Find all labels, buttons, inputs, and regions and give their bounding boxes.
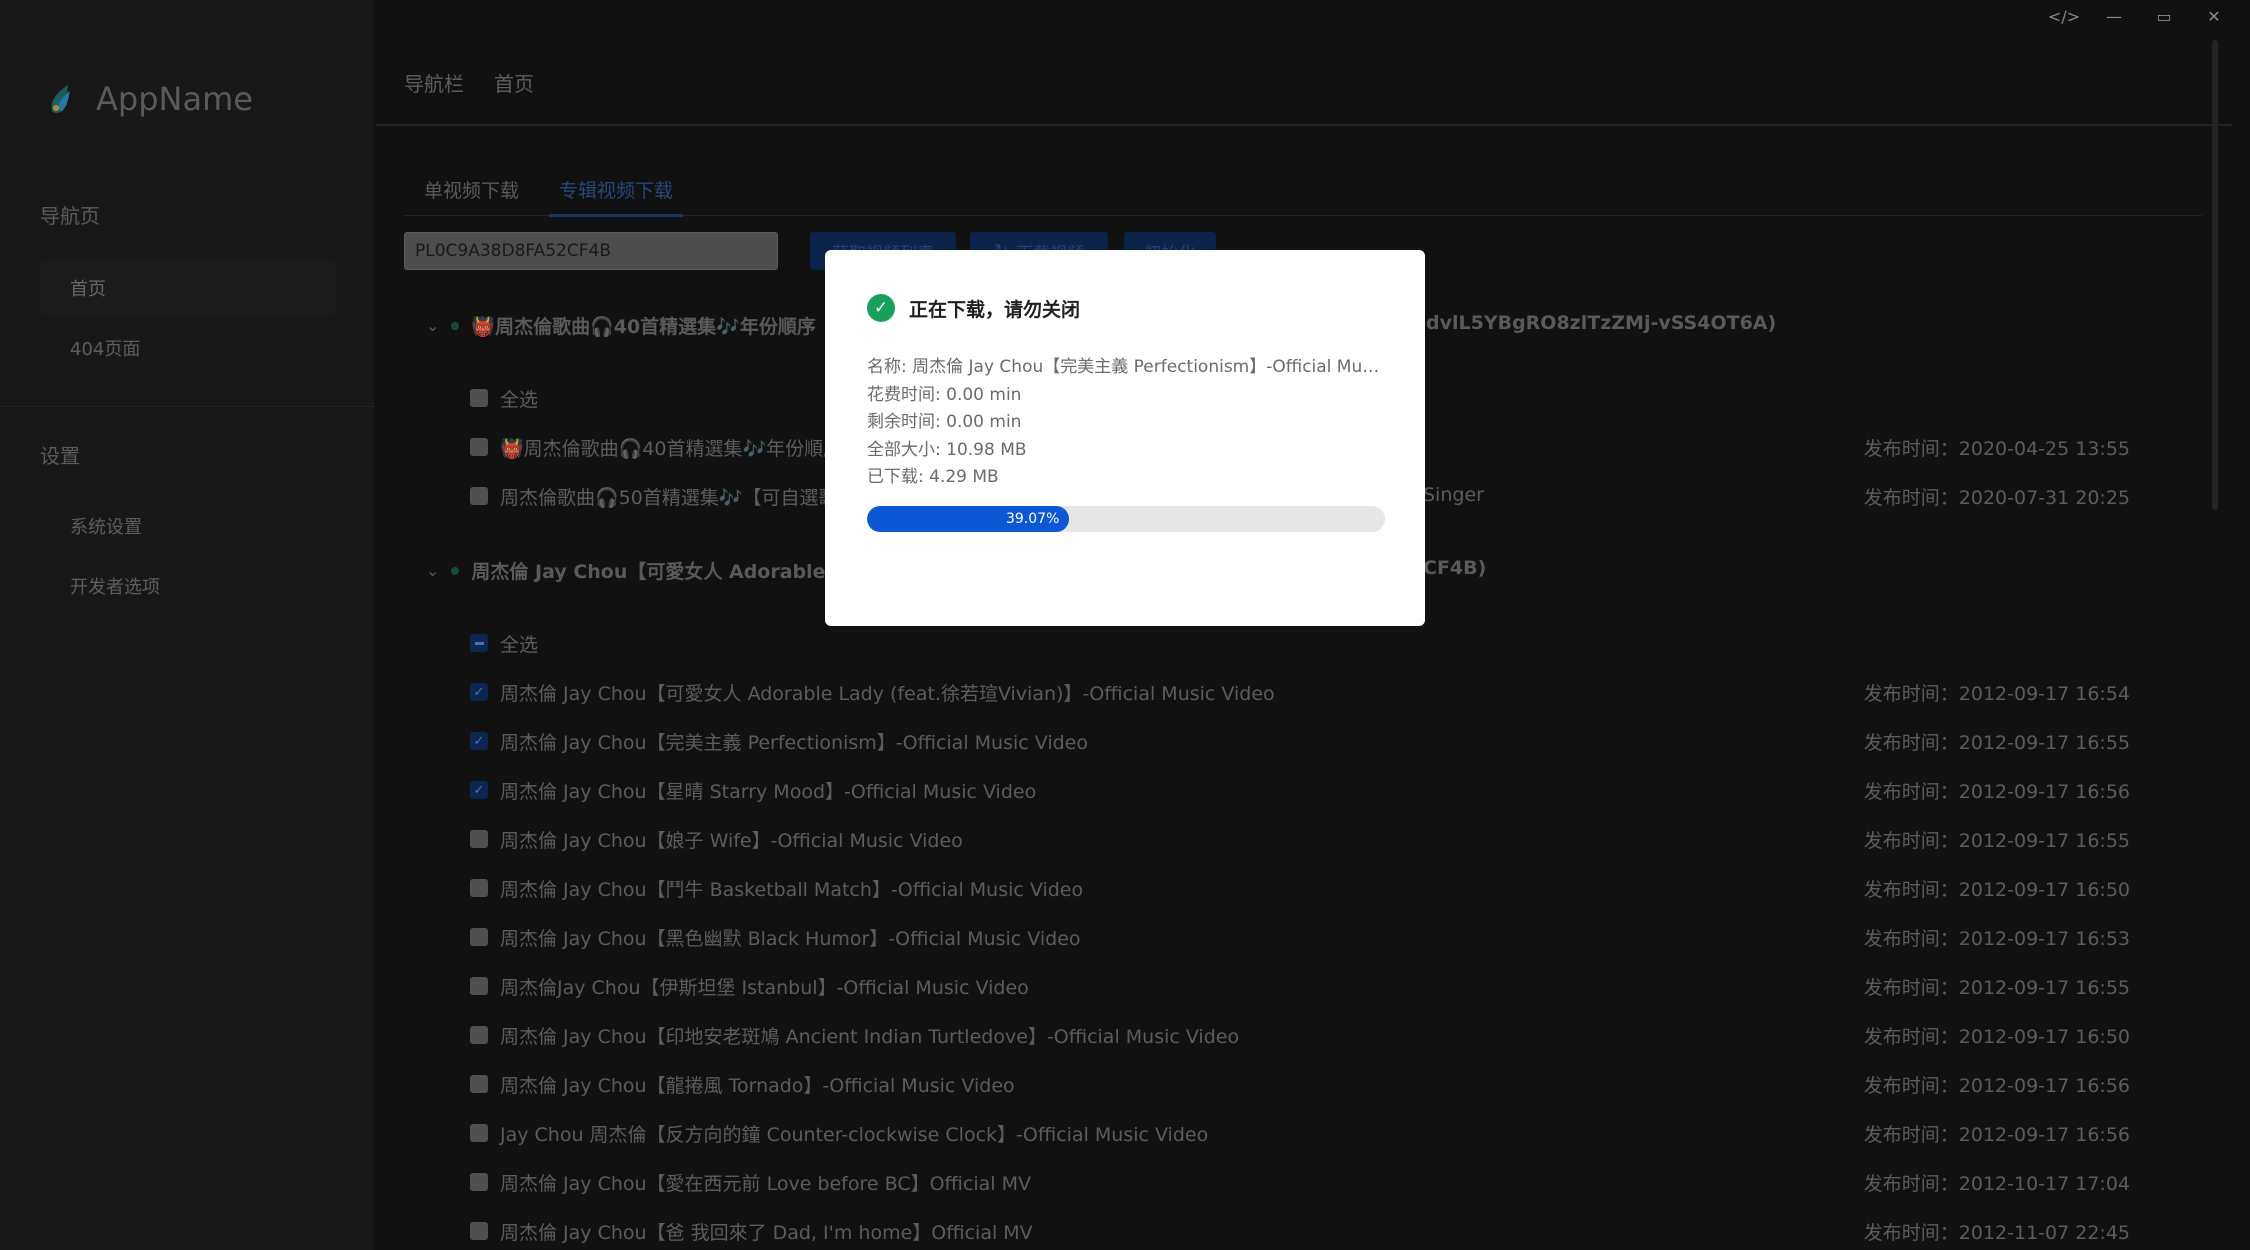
dialog-body: 名称: 周杰倫 Jay Chou【完美主義 Perfectionism】-Off…	[867, 354, 1387, 492]
check-circle-icon: ✓	[867, 294, 895, 322]
download-progress-dialog: ✓ 正在下载，请勿关闭 名称: 周杰倫 Jay Chou【完美主義 Perfec…	[825, 250, 1425, 626]
code-icon[interactable]: </>	[2048, 4, 2080, 28]
close-icon[interactable]: ✕	[2202, 4, 2226, 28]
maximize-icon[interactable]: ▭	[2152, 4, 2176, 28]
minimize-icon[interactable]: —	[2102, 4, 2126, 28]
progress-fill: 39.07%	[867, 506, 1070, 532]
dialog-title: 正在下载，请勿关闭	[909, 298, 1081, 321]
progress-bar: 39.07%	[867, 506, 1385, 532]
downloaded-size: 已下载: 4.29 MB	[867, 467, 999, 487]
file-name: 名称: 周杰倫 Jay Chou【完美主義 Perfectionism】-Off…	[867, 357, 1387, 377]
progress-label: 39.07%	[1005, 511, 1060, 527]
dialog-header: ✓ 正在下载，请勿关闭	[867, 294, 1080, 322]
window-controls: </> — ▭ ✕	[2048, 0, 2226, 32]
remaining-time: 剩余时间: 0.00 min	[867, 412, 1022, 432]
total-size: 全部大小: 10.98 MB	[867, 439, 1027, 460]
elapsed-time: 花费时间: 0.00 min	[867, 384, 1022, 405]
